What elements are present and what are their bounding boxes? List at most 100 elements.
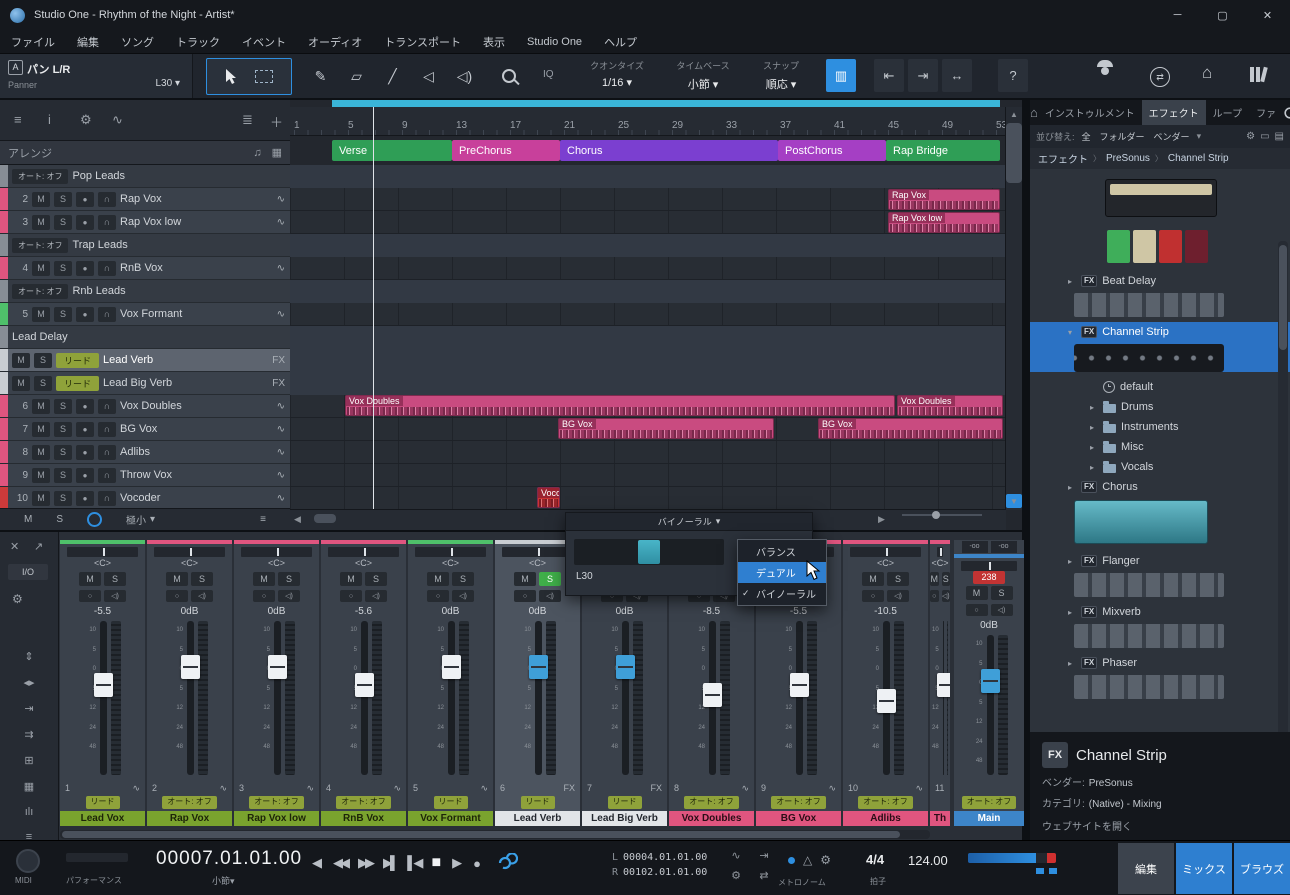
context-menu-item[interactable]: バランス xyxy=(738,541,826,562)
mute-button[interactable]: M xyxy=(12,352,30,368)
track-type-icon[interactable]: FX xyxy=(272,378,285,389)
track-type-icon[interactable]: ∿ xyxy=(277,447,285,458)
mixer-settings-icon[interactable]: ⚙ xyxy=(12,592,23,606)
performance-label[interactable]: パフォーマンス xyxy=(66,875,122,886)
fader-track[interactable] xyxy=(94,621,113,775)
menu-item[interactable]: ヘルプ xyxy=(593,34,648,50)
automation-mode-badge[interactable]: オート: オフ xyxy=(12,283,69,299)
fader-track[interactable] xyxy=(529,621,548,775)
expand-arrow-icon[interactable]: ▸ xyxy=(1090,463,1098,472)
record-arm-button[interactable] xyxy=(76,467,94,483)
fader-track[interactable] xyxy=(877,621,896,775)
track-row[interactable]: 10 M S Vocoder ∿ xyxy=(0,487,290,510)
mute-button[interactable]: M xyxy=(32,306,50,322)
record-arm-button[interactable] xyxy=(76,214,94,230)
music-note-icon[interactable]: ♫ xyxy=(253,147,261,159)
solo-button[interactable]: S xyxy=(365,572,387,586)
loop-range-bar[interactable] xyxy=(332,100,1000,107)
sort-caret-icon[interactable]: ▾ xyxy=(1197,131,1202,142)
snap-value[interactable]: 順応 ▾ xyxy=(748,76,814,92)
record-arm-button[interactable] xyxy=(76,260,94,276)
monitor-speaker-icon[interactable]: ◁) xyxy=(452,590,474,602)
fader-track[interactable] xyxy=(268,621,287,775)
channel-name[interactable]: RnB Vox xyxy=(321,811,406,826)
solo-button[interactable]: S xyxy=(452,572,474,586)
menu-item[interactable]: 表示 xyxy=(472,34,516,50)
io-button[interactable]: I/O xyxy=(8,564,48,580)
track-type-icon[interactable]: ∿ xyxy=(277,194,285,205)
browser-item-row[interactable]: ▸ FX Chorus xyxy=(1030,477,1290,497)
track-height-dropdown[interactable]: 極小 ▾ xyxy=(126,512,155,527)
solo-button[interactable]: S xyxy=(104,572,126,586)
track-row[interactable]: M S リード Lead Big Verb FX xyxy=(0,372,290,395)
pan-slider[interactable] xyxy=(415,547,486,557)
browser-item[interactable]: ▾ FX Channel Strip xyxy=(1030,322,1290,372)
pan-slider-handle[interactable] xyxy=(638,540,660,564)
next-bar-button[interactable]: ▶▌ xyxy=(383,855,399,871)
pan-value[interactable]: <C> xyxy=(147,557,232,570)
metronome-icon[interactable]: △ xyxy=(803,853,812,867)
macro-param-panel[interactable]: A パン L/R Panner L30 ▾ xyxy=(0,54,193,98)
solo-button[interactable]: S xyxy=(54,260,72,276)
browser-item-row[interactable]: ▸ FX Mixverb xyxy=(1030,602,1290,622)
mute-button[interactable]: M xyxy=(32,260,50,276)
track-row[interactable]: 7 M S BG Vox ∿ xyxy=(0,418,290,441)
loop-span-button[interactable]: ↔ xyxy=(942,59,972,92)
quantize-dropdown[interactable]: クオンタイズ 1/16 ▾ xyxy=(575,59,659,89)
automation-mode-badge[interactable]: オート: オフ xyxy=(12,168,69,184)
listen-tool-button[interactable]: ◁) xyxy=(448,58,481,94)
mute-button[interactable]: M xyxy=(32,398,50,414)
scroll-down-button[interactable]: ▼ xyxy=(1006,494,1022,508)
fader-track[interactable] xyxy=(703,621,722,775)
quantize-value[interactable]: 1/16 ▾ xyxy=(575,76,659,89)
view-mode-button[interactable]: ミックス xyxy=(1176,843,1232,894)
browser-tab[interactable]: ループ xyxy=(1206,100,1249,125)
audio-clip[interactable]: Voco xyxy=(537,487,560,508)
track-row[interactable]: 8 M S Adlibs ∿ xyxy=(0,441,290,464)
solo-button[interactable]: S xyxy=(54,490,72,506)
pan-slider[interactable] xyxy=(937,547,943,557)
monitor-speaker-icon[interactable]: ◁) xyxy=(365,590,387,602)
hscroll-thumb[interactable] xyxy=(314,514,336,523)
view-pane-icon[interactable]: ▭ xyxy=(1260,131,1269,142)
mute-button[interactable]: M xyxy=(32,467,50,483)
menu-item[interactable]: トランスポート xyxy=(373,34,472,50)
mono-icon[interactable]: ○ xyxy=(340,590,362,602)
browser-item-row[interactable]: ▸ Instruments xyxy=(1030,417,1290,437)
fader-handle[interactable] xyxy=(790,673,809,697)
browser-item[interactable]: ▸ Instruments xyxy=(1030,417,1290,437)
pan-value[interactable]: <C> xyxy=(60,557,145,570)
expand-arrow-icon[interactable]: ▸ xyxy=(1068,659,1076,668)
goto-end-button[interactable]: ⇥ xyxy=(908,59,938,92)
mono-icon[interactable]: ○ xyxy=(930,590,939,602)
snap-dropdown[interactable]: スナップ 順応 ▾ xyxy=(748,59,814,92)
range-tool-icon[interactable] xyxy=(255,70,273,83)
mute-button[interactable]: M xyxy=(32,421,50,437)
record-button[interactable]: ● xyxy=(473,856,481,871)
browser-home-icon[interactable]: ⌂ xyxy=(1030,100,1038,125)
crossfade-icon[interactable]: ∿ xyxy=(726,849,746,862)
track-type-icon[interactable]: ∿ xyxy=(277,470,285,481)
fader-handle[interactable] xyxy=(703,683,722,707)
monitor-button[interactable] xyxy=(98,306,116,322)
expand-arrow-icon[interactable]: ▾ xyxy=(1068,328,1076,337)
fader-handle[interactable] xyxy=(980,669,1000,693)
audio-clip[interactable]: Rap Vox xyxy=(888,189,1000,210)
track-row[interactable]: M S リード Lead Verb FX xyxy=(0,349,290,372)
playhead[interactable] xyxy=(373,107,374,510)
browser-item[interactable]: ▸ Vocals xyxy=(1030,457,1290,477)
mono-icon[interactable]: ○ xyxy=(514,590,536,602)
record-arm-button[interactable] xyxy=(76,444,94,460)
monitor-speaker-icon[interactable]: ◁) xyxy=(990,604,1013,616)
breadcrumb-item[interactable]: エフェクト xyxy=(1038,151,1088,166)
record-arm-button[interactable] xyxy=(76,191,94,207)
metronome-settings-icon[interactable]: ⚙ xyxy=(820,853,831,867)
mixer-rail-icon[interactable]: ⇥ xyxy=(24,702,33,715)
browser-item[interactable]: ▸ FX Flanger xyxy=(1030,551,1290,597)
footer-menu-icon[interactable]: ≡ xyxy=(260,514,266,525)
automation-mode-button[interactable]: オート: オフ xyxy=(249,796,304,809)
browser-tab[interactable]: ファ xyxy=(1249,100,1283,125)
audio-clip[interactable]: Vox Doubles xyxy=(897,395,1003,416)
mixer-channel[interactable]: <C> M S ○ ◁) -5.5 10 5 0 5 12 24 48 xyxy=(60,540,145,826)
arranger-section[interactable]: Rap Bridge xyxy=(886,140,1000,161)
